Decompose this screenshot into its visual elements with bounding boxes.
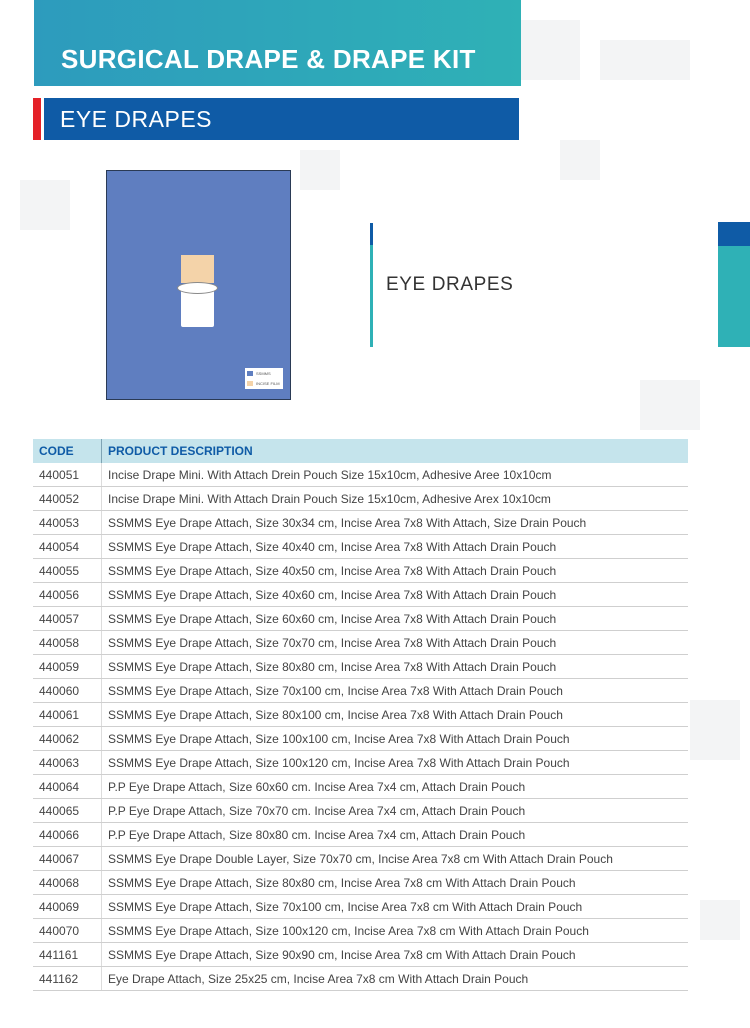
product-description: P.P Eye Drape Attach, Size 80x80 cm. Inc…	[101, 822, 688, 847]
table-row: 440063 SSMMS Eye Drape Attach, Size 100x1…	[33, 750, 688, 775]
table-row: 440055 SSMMS Eye Drape Attach, Size 40x50…	[33, 558, 688, 583]
product-description: SSMMS Eye Drape Attach, Size 80x80 cm, I…	[101, 870, 688, 895]
table-row: 440058 SSMMS Eye Drape Attach, Size 70x70…	[33, 630, 688, 655]
eye-drape-illustration: SSMMS INCISE FILM	[106, 170, 291, 400]
product-code: 440060	[33, 678, 102, 703]
product-description: SSMMS Eye Drape Attach, Size 70x100 cm, …	[101, 894, 688, 919]
product-description: SSMMS Eye Drape Attach, Size 70x70 cm, I…	[101, 630, 688, 655]
illustration-legend: SSMMS INCISE FILM	[245, 368, 283, 389]
product-description: Incise Drape Mini. With Attach Drein Pou…	[101, 463, 688, 487]
product-heading: EYE DRAPES	[386, 274, 514, 295]
table-row: 440056 SSMMS Eye Drape Attach, Size 40x60…	[33, 582, 688, 607]
side-tab-blue	[718, 222, 750, 246]
section-accent-bar	[33, 98, 41, 140]
section-banner: EYE DRAPES	[44, 98, 519, 140]
header-code: CODE	[33, 439, 102, 463]
legend-item: INCISE FILM	[245, 379, 283, 388]
product-description: SSMMS Eye Drape Attach, Size 40x50 cm, I…	[101, 558, 688, 583]
product-code: 440063	[33, 750, 102, 775]
product-description: SSMMS Eye Drape Attach, Size 100x100 cm,…	[101, 726, 688, 751]
legend-swatch	[247, 381, 253, 386]
title-banner: SURGICAL DRAPE & DRAPE KIT	[34, 0, 521, 86]
table-row: 440059 SSMMS Eye Drape Attach, Size 80x80…	[33, 654, 688, 679]
table-row: 440057 SSMMS Eye Drape Attach, Size 60x60…	[33, 606, 688, 631]
product-description: P.P Eye Drape Attach, Size 60x60 cm. Inc…	[101, 774, 688, 799]
product-table: CODE PRODUCT DESCRIPTION 440051 Incise Dr…	[33, 439, 688, 991]
table-body: 440051 Incise Drape Mini. With Attach Dre…	[33, 463, 688, 991]
product-description: Eye Drape Attach, Size 25x25 cm, Incise …	[101, 966, 688, 991]
table-row: 440064 P.P Eye Drape Attach, Size 60x60 c…	[33, 774, 688, 799]
product-description: SSMMS Eye Drape Attach, Size 80x100 cm, …	[101, 702, 688, 727]
table-row: 440061 SSMMS Eye Drape Attach, Size 80x10…	[33, 702, 688, 727]
product-code: 440066	[33, 822, 102, 847]
table-row: 441162 Eye Drape Attach, Size 25x25 cm, I…	[33, 966, 688, 991]
product-code: 440058	[33, 630, 102, 655]
table-row: 440066 P.P Eye Drape Attach, Size 80x80 c…	[33, 822, 688, 847]
product-description: SSMMS Eye Drape Attach, Size 80x80 cm, I…	[101, 654, 688, 679]
table-header-row: CODE PRODUCT DESCRIPTION	[33, 439, 688, 463]
product-code: 440064	[33, 774, 102, 799]
product-code: 441161	[33, 942, 102, 967]
table-row: 440065 P.P Eye Drape Attach, Size 70x70 c…	[33, 798, 688, 823]
table-row: 440052 Incise Drape Mini. With Attach Dra…	[33, 486, 688, 511]
incise-film-area	[181, 255, 214, 283]
drain-pouch-rim	[177, 282, 218, 294]
product-code: 441162	[33, 966, 102, 991]
product-code: 440069	[33, 894, 102, 919]
legend-label: INCISE FILM	[256, 381, 280, 386]
product-description: SSMMS Eye Drape Attach, Size 90x90 cm, I…	[101, 942, 688, 967]
heading-accent-teal	[370, 245, 373, 347]
header-description: PRODUCT DESCRIPTION	[101, 439, 688, 463]
product-code: 440061	[33, 702, 102, 727]
product-description: SSMMS Eye Drape Attach, Size 100x120 cm,…	[101, 750, 688, 775]
product-description: SSMMS Eye Drape Attach, Size 30x34 cm, I…	[101, 510, 688, 535]
product-code: 440067	[33, 846, 102, 871]
product-code: 440051	[33, 463, 102, 487]
product-description: Incise Drape Mini. With Attach Drain Pou…	[101, 486, 688, 511]
heading-accent-blue	[370, 223, 373, 245]
product-description: SSMMS Eye Drape Attach, Size 70x100 cm, …	[101, 678, 688, 703]
product-code: 440062	[33, 726, 102, 751]
side-tab-teal	[718, 246, 750, 347]
product-code: 440059	[33, 654, 102, 679]
section-title: EYE DRAPES	[60, 106, 212, 132]
product-code: 440065	[33, 798, 102, 823]
product-description: SSMMS Eye Drape Attach, Size 40x40 cm, I…	[101, 534, 688, 559]
legend-item: SSMMS	[245, 369, 283, 378]
product-description: SSMMS Eye Drape Attach, Size 100x120 cm,…	[101, 918, 688, 943]
product-code: 440068	[33, 870, 102, 895]
product-description: SSMMS Eye Drape Attach, Size 60x60 cm, I…	[101, 606, 688, 631]
table-row: 441161 SSMMS Eye Drape Attach, Size 90x90…	[33, 942, 688, 967]
table-row: 440060 SSMMS Eye Drape Attach, Size 70x10…	[33, 678, 688, 703]
product-description: P.P Eye Drape Attach, Size 70x70 cm. Inc…	[101, 798, 688, 823]
table-row: 440053 SSMMS Eye Drape Attach, Size 30x34…	[33, 510, 688, 535]
product-code: 440053	[33, 510, 102, 535]
table-row: 440062 SSMMS Eye Drape Attach, Size 100x1…	[33, 726, 688, 751]
table-row: 440068 SSMMS Eye Drape Attach, Size 80x80…	[33, 870, 688, 895]
product-code: 440056	[33, 582, 102, 607]
product-description: SSMMS Eye Drape Double Layer, Size 70x70…	[101, 846, 688, 871]
table-row: 440067 SSMMS Eye Drape Double Layer, Size…	[33, 846, 688, 871]
table-row: 440054 SSMMS Eye Drape Attach, Size 40x40…	[33, 534, 688, 559]
table-row: 440051 Incise Drape Mini. With Attach Dre…	[33, 463, 688, 487]
product-code: 440070	[33, 918, 102, 943]
product-code: 440052	[33, 486, 102, 511]
legend-label: SSMMS	[256, 371, 271, 376]
product-code: 440054	[33, 534, 102, 559]
product-description: SSMMS Eye Drape Attach, Size 40x60 cm, I…	[101, 582, 688, 607]
table-row: 440069 SSMMS Eye Drape Attach, Size 70x10…	[33, 894, 688, 919]
product-code: 440055	[33, 558, 102, 583]
page-title: SURGICAL DRAPE & DRAPE KIT	[61, 44, 476, 74]
product-code: 440057	[33, 606, 102, 631]
legend-swatch	[247, 371, 253, 376]
table-row: 440070 SSMMS Eye Drape Attach, Size 100x1…	[33, 918, 688, 943]
